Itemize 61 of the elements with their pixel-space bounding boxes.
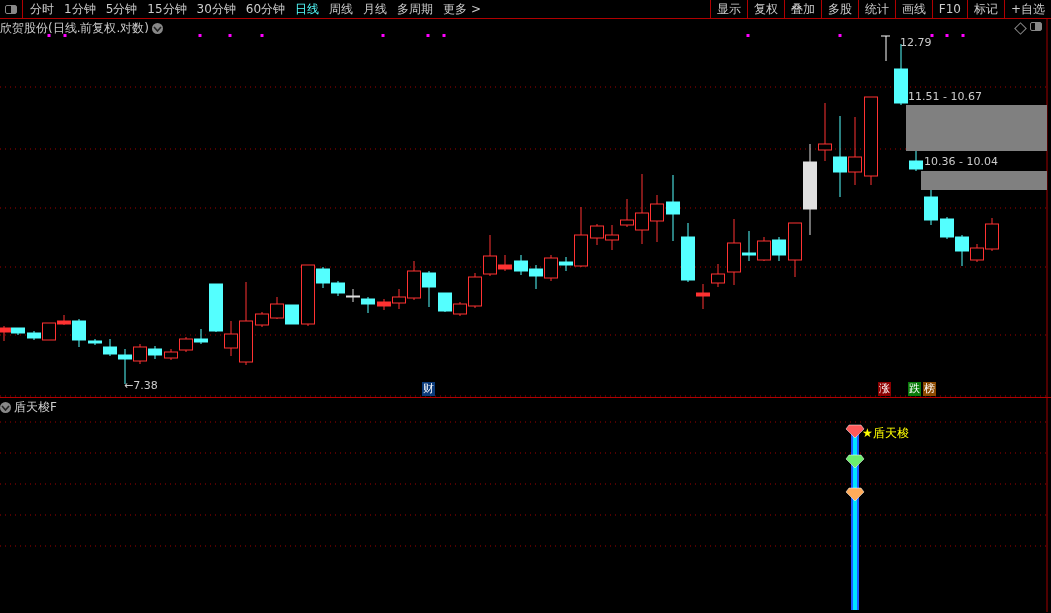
gem-icon xyxy=(845,487,865,502)
candlestick xyxy=(514,254,528,276)
candlestick xyxy=(438,292,452,313)
candlestick xyxy=(711,263,725,288)
dropdown-icon[interactable] xyxy=(152,23,163,34)
period-tab[interactable]: 分时 xyxy=(25,0,59,18)
candlestick xyxy=(924,188,938,226)
period-tab[interactable]: 1分钟 xyxy=(59,0,101,18)
gem-icon xyxy=(845,424,865,439)
toolbar-button[interactable]: 多股 xyxy=(820,0,858,18)
signal-label: ★盾天梭 xyxy=(862,425,909,442)
candlestick xyxy=(422,270,436,308)
candlestick xyxy=(757,236,771,262)
toolbar-button[interactable]: +自选 xyxy=(1003,0,1051,18)
candlestick xyxy=(848,116,862,186)
period-tab[interactable]: 15分钟 xyxy=(142,0,192,18)
toolbar-button[interactable]: 统计 xyxy=(857,0,895,18)
toolbar-button[interactable]: F10 xyxy=(931,0,967,18)
toolbar-button[interactable]: 复权 xyxy=(746,0,784,18)
candlestick xyxy=(590,223,604,246)
indicator-name: 盾天梭F xyxy=(14,399,57,416)
candlestick xyxy=(164,348,178,361)
toolbar-button[interactable]: 显示 xyxy=(709,0,747,18)
candlestick xyxy=(772,236,786,262)
candlestick xyxy=(529,264,543,290)
period-tab[interactable]: 多周期 xyxy=(392,0,439,18)
period-tab[interactable]: 周线 xyxy=(324,0,359,18)
candlestick xyxy=(361,296,375,314)
period-tab[interactable]: 60分钟 xyxy=(240,0,291,18)
candlestick xyxy=(179,336,193,353)
candlestick xyxy=(605,224,619,251)
candlestick xyxy=(940,216,954,240)
event-badge[interactable]: 榜 xyxy=(923,382,936,396)
zone-range-label: 11.51 - 10.67 xyxy=(908,90,982,103)
dropdown-icon[interactable] xyxy=(0,402,11,413)
candlestick xyxy=(331,280,345,297)
panel-toggle-icon[interactable] xyxy=(1030,22,1042,31)
high-price-label: 12.79 xyxy=(900,36,932,49)
period-tab[interactable]: 5分钟 xyxy=(100,0,143,18)
panel-toggle-icon[interactable] xyxy=(5,4,17,14)
zone-range-label: 10.36 - 10.04 xyxy=(924,155,998,168)
chart-title: 欣贺股份(日线.前复权.对数) xyxy=(0,20,149,37)
candlestick xyxy=(270,296,284,320)
period-tab[interactable]: 月线 xyxy=(358,0,393,18)
period-tab[interactable]: 30分钟 xyxy=(191,0,241,18)
high-marker-drawing xyxy=(880,35,891,62)
candlestick xyxy=(346,288,360,303)
toolbar-button[interactable]: 标记 xyxy=(966,0,1004,18)
toolbar-button[interactable]: 画线 xyxy=(894,0,932,18)
period-tab[interactable]: 日线 xyxy=(290,0,325,18)
gem-icon xyxy=(845,454,865,469)
candlestick xyxy=(285,304,299,325)
candlestick xyxy=(666,174,680,242)
low-price-label: ←7.38 xyxy=(124,379,158,392)
event-badge[interactable]: 涨 xyxy=(878,382,891,396)
candlestick xyxy=(255,311,269,328)
period-tab[interactable]: 更多 > xyxy=(438,0,486,18)
event-badge[interactable]: 财 xyxy=(422,382,435,396)
candlestick xyxy=(909,150,923,172)
event-badge[interactable]: 跌 xyxy=(908,382,921,396)
toolbar-button[interactable]: 叠加 xyxy=(783,0,821,18)
